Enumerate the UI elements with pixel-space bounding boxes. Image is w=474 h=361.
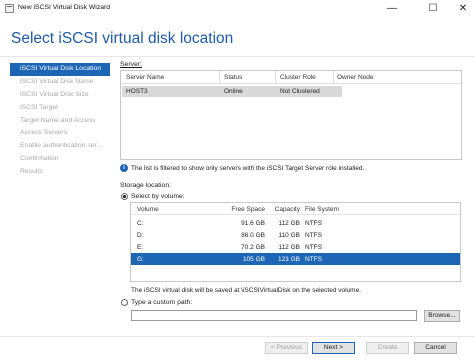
custom-path-label[interactable]: Type a custom path: [131,299,192,306]
cancel-button[interactable]: Cancel [414,342,457,354]
server-list[interactable]: Server Name Status Cluster Role Owner No… [120,70,462,160]
column-header-cluster-role[interactable]: Cluster Role [280,74,316,81]
nav-step-virtual-disk-size: iSCSI Virtual Disk Size [20,90,89,98]
nav-step-target-name-access: Target Name and Access [20,116,96,124]
server-name-cell: HOST3 [126,88,148,95]
volume-cell: E: [137,243,144,251]
nav-step-virtual-disk-name: iSCSI Virtual Disk Name [20,77,94,85]
nav-step-results: Results [20,168,43,176]
column-divider [333,71,334,84]
table-row[interactable]: C: 91.6 GB 112 GB NTFS [131,217,460,229]
app-icon [5,4,14,13]
window-title: New iSCSI Virtual Disk Wizard [18,4,111,11]
capacity-cell: 112 GB [278,219,300,227]
wizard-steps-nav: iSCSI Virtual Disk Location iSCSI Virtua… [10,63,110,179]
window-titlebar: New iSCSI Virtual Disk Wizard — ☐ ✕ [0,0,474,17]
save-location-note: The iSCSI virtual disk will be saved at … [131,287,362,294]
maximize-button[interactable]: ☐ [422,0,444,17]
capacity-cell: 123 GB [277,255,300,263]
column-header-file-system[interactable]: File System [305,206,339,213]
file-system-cell: NTFS [305,255,322,263]
table-row[interactable]: HOST3 Online Not Clustered [122,86,342,97]
page-title: Select iSCSI virtual disk location [11,30,234,47]
nav-step-virtual-disk-location[interactable]: iSCSI Virtual Disk Location [10,63,110,76]
volume-list[interactable]: Volume Free Space Capacity File System C… [130,202,461,282]
column-header-status[interactable]: Status [224,74,242,81]
column-header-owner-node[interactable]: Owner Node [337,74,374,81]
free-space-cell: 70.2 GB [241,243,265,251]
column-header-server-name[interactable]: Server Name [126,74,164,81]
file-system-cell: NTFS [305,231,322,239]
free-space-cell: 105 GB [242,255,265,263]
column-header-free-space[interactable]: Free Space [211,206,265,213]
volume-list-header: Volume Free Space Capacity File System [131,203,460,215]
custom-path-input[interactable] [131,310,417,321]
volume-cell: C: [137,219,144,227]
server-label: Server: [120,61,142,68]
volume-cell: D: [137,231,144,239]
filter-note: The list is filtered to show only server… [131,165,365,172]
server-list-header: Server Name Status Cluster Role Owner No… [121,71,461,84]
select-by-volume-label[interactable]: Select by volume: [131,193,185,200]
close-button[interactable]: ✕ [452,0,474,17]
table-row[interactable]: D: 86.0 GB 110 GB NTFS [131,229,460,241]
free-space-cell: 86.0 GB [241,231,265,239]
select-by-volume-radio[interactable] [121,193,128,200]
previous-button[interactable]: < Previous [265,342,308,354]
info-icon: i [120,164,128,172]
server-cluster-role-cell: Not Clustered [280,88,320,95]
nav-step-iscsi-target: iSCSI Target [20,103,59,111]
column-header-volume[interactable]: Volume [137,206,159,213]
server-status-cell: Online [224,88,243,95]
nav-step-access-servers: Access Servers [20,129,68,137]
volume-cell: G: [137,255,144,263]
capacity-cell: 110 GB [278,231,300,239]
capacity-cell: 112 GB [278,243,300,251]
file-system-cell: NTFS [305,219,322,227]
column-divider [275,71,276,84]
minimize-button[interactable]: — [381,0,403,17]
storage-location-label: Storage location: [120,182,172,189]
browse-button[interactable]: Browse... [424,310,460,322]
nav-step-confirmation: Confirmation [20,155,59,163]
free-space-cell: 91.6 GB [241,219,265,227]
nav-step-enable-authentication: Enable authentication ser... [20,142,102,150]
column-header-capacity[interactable]: Capacity [265,206,300,213]
table-row[interactable]: E: 70.2 GB 112 GB NTFS [131,241,460,253]
next-button[interactable]: Next > [312,342,355,354]
custom-path-radio[interactable] [121,299,128,306]
table-row-selected[interactable]: G: 105 GB 123 GB NTFS [131,253,460,265]
create-button[interactable]: Create [366,342,409,354]
wizard-header: Select iSCSI virtual disk location [0,17,474,57]
column-divider [219,71,220,84]
file-system-cell: NTFS [305,243,322,251]
